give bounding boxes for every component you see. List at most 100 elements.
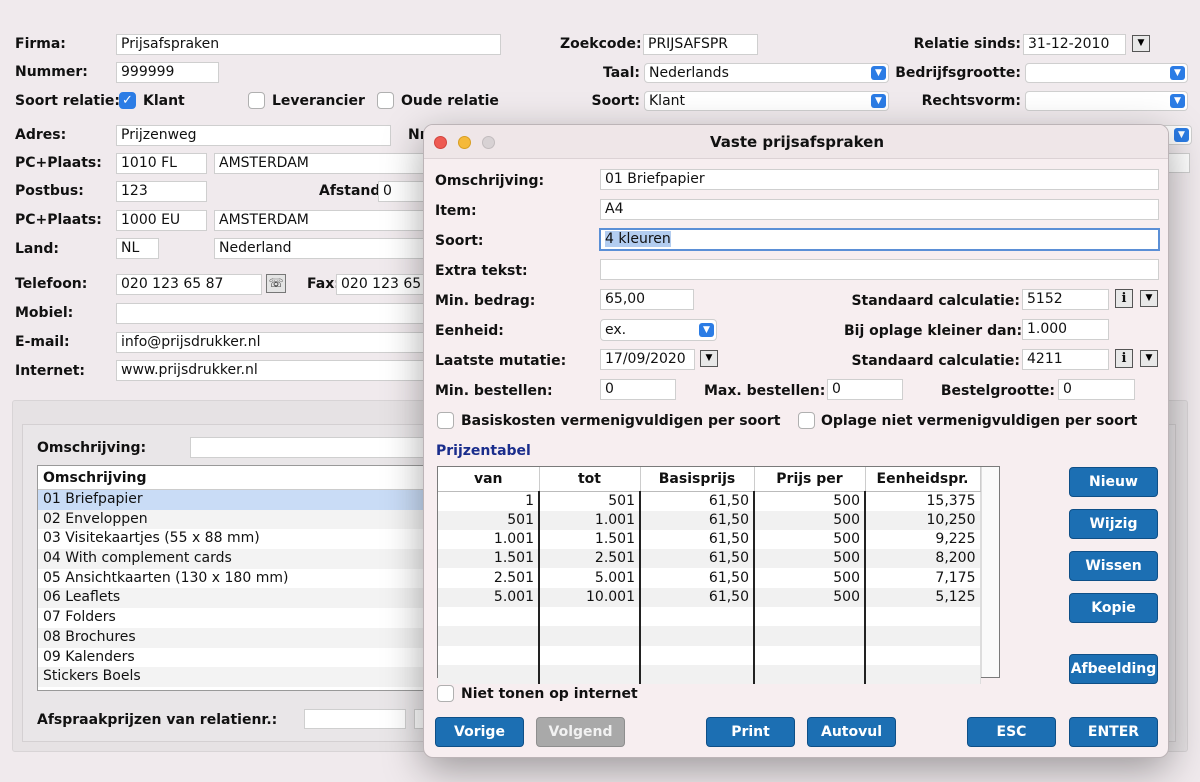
land-name-field[interactable]: Nederland [214, 238, 424, 259]
list-item[interactable]: Stickers Boels [38, 667, 456, 687]
taal-select[interactable]: Nederlands ▼ [644, 63, 889, 83]
niet-tonen-checkbox[interactable] [437, 685, 454, 702]
list-item[interactable]: 03 Visitekaartjes (55 x 88 mm) [38, 529, 456, 549]
soort-select[interactable]: Klant ▼ [644, 91, 889, 111]
print-button[interactable]: Print [706, 717, 795, 747]
list-item[interactable]: 08 Brochures [38, 627, 456, 648]
list-item[interactable]: 04 With complement cards [38, 549, 456, 569]
table-row[interactable] [438, 664, 981, 685]
mobiel-field[interactable] [116, 303, 424, 324]
rechtsvorm-select[interactable]: ▼ [1025, 91, 1188, 111]
calc-dropdown-icon[interactable]: ▼ [1140, 350, 1158, 367]
klant-checkbox[interactable]: ✓ [119, 92, 136, 109]
afbeelding-button[interactable]: Afbeelding [1069, 654, 1158, 684]
postbus-field[interactable]: 123 [116, 181, 207, 202]
zoekcode-field[interactable]: PRIJSAFSPR [643, 34, 758, 55]
table-cell: 500 [754, 491, 866, 511]
table-cell: 5,125 [865, 587, 981, 607]
d-std-calc-2-field[interactable]: 4211 [1022, 349, 1109, 370]
table-row[interactable]: 1.001 1.501 61,50 500 9,225 [438, 529, 981, 550]
adres-field[interactable]: Prijzenweg [116, 125, 391, 146]
phone-dial-icon[interactable]: ☏ [266, 274, 286, 293]
d-extra-tekst-field[interactable] [600, 259, 1159, 280]
wissen-button[interactable]: Wissen [1069, 551, 1158, 581]
d-soort-field[interactable]: 4 kleuren [599, 228, 1160, 251]
info-icon[interactable]: i [1115, 289, 1133, 308]
kopie-button[interactable]: Kopie [1069, 593, 1158, 623]
table-row[interactable]: 1 501 61,50 500 15,375 [438, 491, 981, 511]
table-header-cell[interactable]: tot [539, 467, 641, 492]
vorige-button[interactable]: Vorige [435, 717, 524, 747]
table-cell: 500 [754, 568, 866, 588]
land-code-field[interactable]: NL [116, 238, 159, 259]
enter-button[interactable]: ENTER [1069, 717, 1158, 747]
d-laatste-mutatie-field[interactable]: 17/09/2020 [600, 349, 695, 370]
info-icon[interactable]: i [1115, 349, 1133, 368]
relatie-sinds-field[interactable]: 31-12-2010 [1023, 34, 1126, 55]
table-row[interactable] [438, 606, 981, 627]
list-item[interactable]: 07 Folders [38, 608, 456, 628]
partial-field[interactable] [1166, 153, 1190, 173]
table-cell: 1.001 [438, 529, 540, 550]
list-item[interactable]: 02 Enveloppen [38, 509, 456, 530]
list-item[interactable]: 01 Briefpapier [38, 490, 456, 510]
table-row[interactable] [438, 626, 981, 646]
table-header-cell[interactable]: Prijs per [754, 467, 866, 492]
firma-field[interactable]: Prijsafspraken [116, 34, 501, 55]
d-eenheid-select[interactable]: ex. ▼ [600, 319, 717, 341]
table-cell: 61,50 [640, 491, 755, 511]
nummer-field[interactable]: 999999 [116, 62, 219, 83]
table-cell: 8,200 [865, 549, 981, 569]
table-header-cell[interactable]: van [438, 467, 540, 492]
table-row[interactable]: 1.501 2.501 61,50 500 8,200 [438, 549, 981, 569]
postbus-plaats-field[interactable]: AMSTERDAM [214, 210, 424, 231]
table-row[interactable]: 5.001 10.001 61,50 500 5,125 [438, 587, 981, 607]
table-row[interactable]: 501 1.001 61,50 500 10,250 [438, 510, 981, 530]
list-item[interactable]: 05 Ansichtkaarten (130 x 180 mm) [38, 569, 456, 589]
d-std-calc-1-field[interactable]: 5152 [1022, 289, 1109, 310]
afstand-field[interactable]: 0 [378, 181, 424, 202]
internet-field[interactable]: www.prijsdrukker.nl [116, 360, 424, 381]
omschrijving-filter-field[interactable] [190, 437, 430, 458]
table-row[interactable]: 2.501 5.001 61,50 500 7,175 [438, 568, 981, 588]
esc-button[interactable]: ESC [967, 717, 1056, 747]
d-bestelgrootte-field[interactable]: 0 [1058, 379, 1135, 400]
nieuw-button[interactable]: Nieuw [1069, 467, 1158, 497]
postcode-field[interactable]: 1010 FL [116, 153, 207, 174]
leverancier-checkbox[interactable] [248, 92, 265, 109]
basiskosten-checkbox[interactable] [437, 412, 454, 429]
plaats-field[interactable]: AMSTERDAM [214, 153, 424, 174]
bedrijfsgrootte-select[interactable]: ▼ [1025, 63, 1188, 83]
d-omschrijving-field[interactable]: 01 Briefpapier [600, 169, 1159, 190]
wijzig-button[interactable]: Wijzig [1069, 509, 1158, 539]
title-bar[interactable]: Vaste prijsafspraken [424, 125, 1168, 159]
table-cell: 5.001 [438, 587, 540, 607]
telefoon-field[interactable]: 020 123 65 87 [116, 274, 262, 295]
table-header-cell[interactable]: Eenheidspr. [865, 467, 981, 492]
d-item-field[interactable]: A4 [600, 199, 1159, 220]
calc-dropdown-icon[interactable]: ▼ [1140, 290, 1158, 307]
afspraakprijzen-field[interactable] [304, 709, 406, 729]
table-cell: 9,225 [865, 529, 981, 550]
table-cell: 61,50 [640, 510, 755, 530]
d-min-bedrag-field[interactable]: 65,00 [600, 289, 694, 310]
d-min-bestellen-field[interactable]: 0 [600, 379, 676, 400]
autovul-button[interactable]: Autovul [807, 717, 896, 747]
postbus-postcode-field[interactable]: 1000 EU [116, 210, 207, 231]
table-row[interactable] [438, 645, 981, 665]
d-bij-oplage-field[interactable]: 1.000 [1022, 319, 1109, 340]
table-scrollbar[interactable] [981, 467, 999, 677]
d-std-calc-2-label: Standaard calculatie: [851, 353, 1020, 369]
fax-field[interactable]: 020 123 65 8 [336, 274, 424, 295]
table-cell: 61,50 [640, 529, 755, 550]
date-dropdown-icon[interactable]: ▼ [1132, 35, 1150, 52]
list-item[interactable]: 06 Leaflets [38, 588, 456, 609]
list-item[interactable]: 09 Kalenders [38, 648, 456, 668]
date-dropdown-icon[interactable]: ▼ [700, 350, 718, 367]
oude-relatie-checkbox[interactable] [377, 92, 394, 109]
table-header-cell[interactable]: Basisprijs [640, 467, 755, 492]
list-header[interactable]: Omschrijving [38, 466, 456, 490]
oplage-niet-checkbox[interactable] [798, 412, 815, 429]
email-field[interactable]: info@prijsdrukker.nl [116, 332, 424, 353]
d-max-bestellen-field[interactable]: 0 [827, 379, 903, 400]
